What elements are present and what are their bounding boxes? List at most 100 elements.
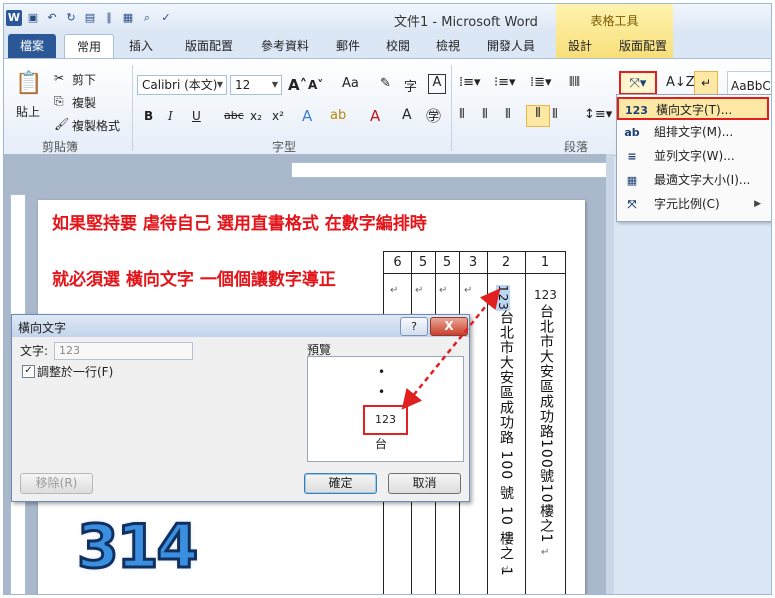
highlight-icon[interactable]: ab bbox=[330, 108, 346, 123]
table-header-cell[interactable]: 6 bbox=[384, 252, 411, 273]
horizontal-text-icon: 123 bbox=[625, 104, 648, 117]
spelling-icon[interactable]: ✓ bbox=[158, 10, 174, 26]
cut-icon[interactable]: ✂ bbox=[54, 71, 64, 85]
scrollbar[interactable] bbox=[606, 154, 614, 594]
paragraph-mark: ↵ bbox=[439, 285, 448, 296]
clipboard-paste-icon[interactable]: 📋 bbox=[14, 67, 44, 99]
multilevel-list-icon[interactable]: ⁞≣▾ bbox=[530, 75, 552, 90]
line-spacing-icon[interactable]: ↕≡▾ bbox=[584, 107, 612, 122]
distributed-icon[interactable]: ⦀ bbox=[552, 107, 558, 122]
column-icon[interactable]: ⫴⫴ bbox=[569, 75, 580, 90]
redo-icon[interactable]: ↻ bbox=[63, 10, 79, 26]
copy-icon[interactable]: ⎘ bbox=[54, 94, 64, 109]
tab-file[interactable]: 檔案 bbox=[8, 34, 56, 58]
tab-developer[interactable]: 開發人員 bbox=[478, 34, 544, 58]
horizontal-number-selected[interactable]: 123 bbox=[496, 285, 510, 311]
sort-icon[interactable]: A↓Z bbox=[666, 75, 695, 90]
menu-item-two-lines-in-one[interactable]: ≡ 並列文字(W)... bbox=[617, 145, 769, 168]
subscript-button[interactable]: x₂ bbox=[250, 109, 262, 123]
tab-review[interactable]: 校閱 bbox=[378, 34, 418, 58]
logo-314: 314 bbox=[75, 511, 199, 584]
text-field[interactable]: 123 bbox=[54, 342, 193, 360]
undo-icon[interactable]: ↶ bbox=[44, 10, 60, 26]
font-size-select[interactable]: 12 ▼ bbox=[230, 75, 282, 95]
tab-mailings[interactable]: 郵件 bbox=[328, 34, 368, 58]
table-icon[interactable]: ▦ bbox=[120, 10, 136, 26]
paragraph-mark: ↵ bbox=[390, 285, 399, 296]
window-title: 文件1 - Microsoft Word bbox=[394, 15, 538, 30]
tab-page-layout[interactable]: 版面配置 bbox=[176, 34, 242, 58]
char-border-icon[interactable]: A bbox=[428, 74, 446, 94]
format-painter-button[interactable]: 複製格式 bbox=[72, 117, 120, 134]
horizontal-ruler[interactable] bbox=[291, 162, 614, 178]
font-color-icon[interactable]: A bbox=[370, 107, 380, 125]
italic-button[interactable]: I bbox=[168, 109, 173, 123]
paste-button[interactable]: 貼上 bbox=[16, 103, 40, 120]
phonetic-guide-icon[interactable]: 字 bbox=[404, 76, 417, 95]
paragraph-mark: ↵ bbox=[541, 547, 550, 558]
tab-design[interactable]: 設計 bbox=[560, 34, 600, 58]
address-text-col2[interactable]: 台北市大安區成功路 100 號 10 樓之 1 bbox=[496, 310, 516, 577]
table-header-cell[interactable]: 2 bbox=[487, 252, 525, 273]
justify-icon[interactable]: ⦀ bbox=[526, 105, 550, 127]
copy-button[interactable]: 複製 bbox=[72, 94, 96, 111]
shrink-font-button[interactable]: A˅ bbox=[308, 78, 323, 92]
menu-item-label: 橫向文字(T)... bbox=[656, 103, 733, 117]
dialog-title-bar[interactable]: 橫向文字 ? X bbox=[12, 315, 469, 337]
numbering-icon[interactable]: ⁝≡▾ bbox=[494, 75, 516, 90]
table-header-cell[interactable]: 5 bbox=[435, 252, 459, 273]
menu-item-label: 組排文字(M)... bbox=[654, 125, 734, 139]
shrink-font-label: A bbox=[308, 78, 318, 92]
word-app-icon[interactable]: W bbox=[6, 10, 22, 26]
bullets-icon[interactable]: ⁞≡▾ bbox=[459, 75, 481, 90]
text-direction-button[interactable]: ⤧▾ bbox=[619, 71, 657, 95]
remove-button[interactable]: 移除(R) bbox=[20, 473, 93, 494]
superscript-button[interactable]: x² bbox=[272, 109, 284, 123]
save-icon[interactable]: ▣ bbox=[25, 10, 41, 26]
tab-view[interactable]: 檢視 bbox=[428, 34, 468, 58]
menu-item-character-scaling[interactable]: ⤧ 字元比例(C) ▶ bbox=[617, 193, 769, 216]
chevron-down-icon: ▼ bbox=[216, 80, 224, 89]
change-case-button[interactable]: Aa bbox=[342, 76, 359, 91]
tab-table-layout[interactable]: 版面配置 bbox=[610, 34, 676, 58]
table-header-cell[interactable]: 3 bbox=[459, 252, 487, 273]
clear-format-icon[interactable]: ✎ bbox=[380, 76, 391, 91]
tab-home[interactable]: 常用 bbox=[64, 34, 114, 58]
grow-font-button[interactable]: A˄ bbox=[288, 76, 307, 94]
tab-insert[interactable]: 插入 bbox=[121, 34, 161, 58]
preview-box: • • 123 台 bbox=[307, 356, 464, 462]
cut-button[interactable]: 剪下 bbox=[72, 71, 96, 88]
instruction-line-2: 就必須選 橫向文字 一個個讓數字導正 bbox=[52, 270, 336, 290]
horizontal-number[interactable]: 123 bbox=[534, 288, 557, 302]
menu-item-label: 最適文字大小(I)... bbox=[654, 173, 751, 187]
close-button[interactable]: X bbox=[430, 317, 468, 336]
ok-button[interactable]: 確定 bbox=[304, 473, 377, 494]
font-family-select[interactable]: Calibri (本文) ▼ bbox=[137, 75, 227, 95]
text-effects-icon[interactable]: A bbox=[302, 107, 312, 125]
enclose-char-icon[interactable]: ㊫ bbox=[426, 105, 441, 126]
underline-button[interactable]: U bbox=[192, 109, 201, 123]
show-marks-icon[interactable]: ↵ bbox=[694, 71, 718, 95]
picture-icon[interactable]: ▤ bbox=[82, 10, 98, 26]
barcode-icon[interactable]: ∥ bbox=[101, 10, 117, 26]
table-header-cell[interactable]: 5 bbox=[411, 252, 435, 273]
strikethrough-button[interactable]: abc bbox=[224, 109, 244, 122]
bold-button[interactable]: B bbox=[144, 109, 153, 123]
align-left-icon[interactable]: ⦀ bbox=[459, 107, 465, 122]
format-painter-icon[interactable]: 🖌 bbox=[54, 117, 69, 131]
ribbon-home: 📋 貼上 ✂ 剪下 ⎘ 複製 🖌 複製格式 剪貼簿 Calibri (本文) ▼… bbox=[4, 58, 614, 156]
address-text-col1[interactable]: 台北市大安區成功路100號10樓之1 bbox=[536, 304, 556, 543]
help-button[interactable]: ? bbox=[400, 317, 428, 336]
align-center-icon[interactable]: ⦀ bbox=[482, 107, 488, 122]
tab-references[interactable]: 參考資料 bbox=[252, 34, 318, 58]
char-shading-icon[interactable]: A bbox=[402, 107, 412, 123]
find-icon[interactable]: ⌕ bbox=[139, 10, 155, 26]
menu-item-combine-characters[interactable]: ab 組排文字(M)... bbox=[617, 121, 769, 144]
menu-item-fit-text[interactable]: ▦ 最適文字大小(I)... bbox=[617, 169, 769, 192]
table-header-cell[interactable]: 1 bbox=[525, 252, 565, 273]
cancel-button[interactable]: 取消 bbox=[388, 473, 461, 494]
fit-line-checkbox[interactable]: ✓ bbox=[22, 365, 35, 378]
align-right-icon[interactable]: ⦀ bbox=[505, 107, 511, 122]
menu-item-horizontal-in-vertical[interactable]: 123 橫向文字(T)... bbox=[617, 97, 769, 120]
grow-font-label: A bbox=[288, 76, 300, 94]
